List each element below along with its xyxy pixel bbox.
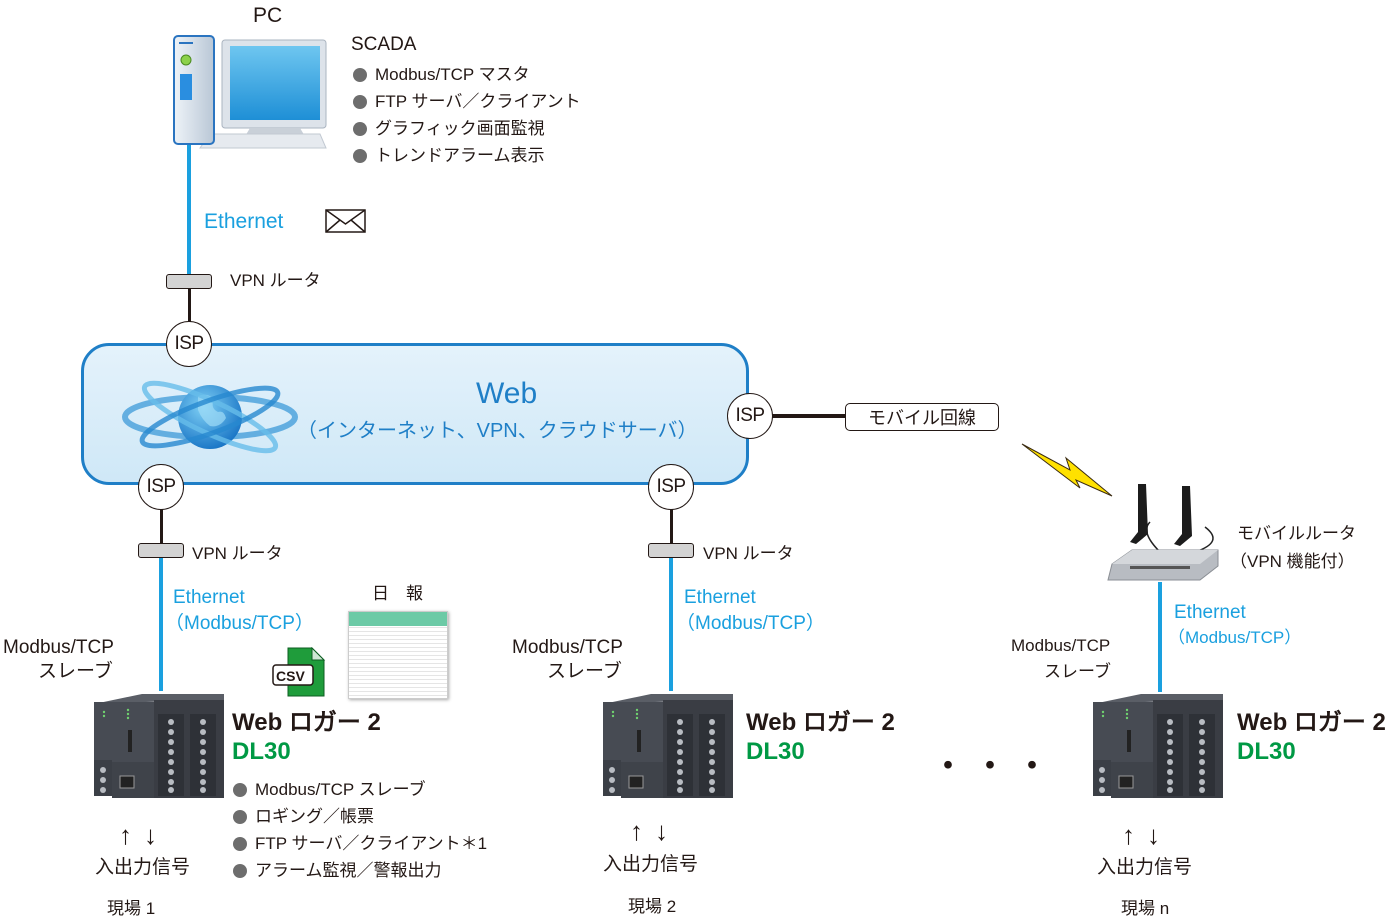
pc-feature-list: Modbus/TCP マスタ FTP サーバ／クライアント グラフィック画面監視… [353, 61, 581, 169]
site1-feature-item: Modbus/TCP スレーブ [233, 776, 487, 803]
daily-report-label: 日 報 [372, 584, 423, 603]
pc-label: PC [253, 4, 283, 27]
site1-label: 現場 1 [107, 899, 156, 918]
site1-vpn-router [138, 543, 184, 558]
siten-role-line2: スレーブ [1044, 662, 1111, 681]
site2-vpn-router [648, 543, 694, 558]
site2-role-line1: Modbus/TCP [512, 637, 623, 658]
bullet-icon [353, 67, 367, 82]
mail-envelope-icon [325, 209, 366, 233]
site1-feature-item: アラーム監視／警報出力 [233, 857, 487, 884]
siten-io-arrows-icon: ↑↓ [1122, 820, 1172, 850]
site1-io-arrows-icon: ↑↓ [119, 820, 169, 850]
pc-ethernet-line [187, 145, 191, 275]
pc-feature-item: トレンドアラーム表示 [353, 142, 581, 169]
siten-protocol-label: （Modbus/TCP） [1168, 628, 1302, 647]
siten-label: 現場 n [1121, 899, 1170, 918]
site1-feature-item: FTP サーバ／クライアント＊1 [233, 830, 487, 857]
csv-label: CSV [276, 668, 305, 684]
pc-feature-item: FTP サーバ／クライアント [353, 88, 581, 115]
site2-product-model: DL30 [746, 738, 805, 765]
mobile-router-label-2: （VPN 機能付） [1230, 552, 1355, 571]
siten-io-label: 入出力信号 [1097, 857, 1193, 878]
siten-ethernet-line [1158, 582, 1162, 692]
siten-dl30-device [1092, 693, 1224, 799]
isp-node-mobile: ISP [727, 393, 773, 439]
bullet-icon [353, 121, 367, 136]
bullet-icon [353, 148, 367, 163]
site1-ethernet-line [159, 556, 163, 691]
mobile-line-box: モバイル回線 [845, 403, 999, 431]
site2-io-label: 入出力信号 [603, 854, 699, 875]
pc-software-label: SCADA [351, 34, 417, 55]
siten-product-name: Web ロガー 2 [1237, 709, 1386, 736]
pc-feature-item: Modbus/TCP マスタ [353, 61, 581, 88]
site2-io-arrows-icon: ↑↓ [630, 816, 680, 846]
site1-product-name: Web ロガー 2 [232, 709, 381, 736]
site2-label: 現場 2 [628, 897, 677, 916]
site2-ethernet-line [669, 556, 673, 691]
site1-ethernet-label: Ethernet [173, 587, 245, 608]
mobile-router-icon [1107, 484, 1219, 581]
isp-node-pc: ISP [166, 321, 212, 367]
globe-icon [122, 380, 298, 454]
site1-feature-item: ロギング／帳票 [233, 803, 487, 830]
bullet-icon [353, 94, 367, 109]
bullet-icon [233, 863, 247, 878]
bullet-icon [233, 782, 247, 797]
bullet-icon [233, 809, 247, 824]
site2-product-name: Web ロガー 2 [746, 709, 895, 736]
mobile-router-label-1: モバイルルータ [1237, 524, 1356, 543]
isp-node-site1: ISP [138, 464, 184, 510]
siten-ethernet-label: Ethernet [1174, 602, 1246, 623]
pc-router-isp-line [188, 288, 191, 322]
pc-vpn-router [166, 274, 212, 289]
pc-ethernet-label: Ethernet [204, 210, 284, 233]
site2-dl30-device [602, 693, 734, 799]
site2-isp-router-line [670, 505, 673, 545]
more-sites-ellipsis: ・・・ [930, 745, 1057, 786]
pc-feature-item: グラフィック画面監視 [353, 115, 581, 142]
siten-role-line1: Modbus/TCP [1011, 636, 1111, 655]
site2-ethernet-label: Ethernet [684, 587, 756, 608]
isp-node-site2: ISP [648, 464, 694, 510]
pc-vpn-router-label: VPN ルータ [230, 271, 321, 290]
daily-report-icon [348, 611, 448, 699]
site1-isp-router-line [160, 505, 163, 545]
site1-io-label: 入出力信号 [95, 857, 191, 878]
site2-role-line2: スレーブ [547, 661, 622, 682]
site1-dl30-device [93, 693, 225, 799]
bullet-icon [233, 836, 247, 851]
site1-product-model: DL30 [232, 738, 291, 765]
cloud-title: Web [476, 377, 538, 410]
siten-product-model: DL30 [1237, 738, 1296, 765]
site1-protocol-label: （Modbus/TCP） [165, 613, 314, 634]
site1-role-line2: スレーブ [38, 661, 113, 682]
site1-role-line1: Modbus/TCP [3, 637, 114, 658]
site2-vpn-router-label: VPN ルータ [703, 544, 794, 563]
site1-feature-list: Modbus/TCP スレーブ ロギング／帳票 FTP サーバ／クライアント＊1… [233, 776, 487, 884]
mobile-line-connector [772, 414, 846, 418]
cloud-subtitle: （インターネット、VPN、クラウドサーバ） [297, 420, 698, 442]
site1-vpn-router-label: VPN ルータ [192, 544, 283, 563]
pc-computer-icon [173, 35, 327, 149]
site2-protocol-label: （Modbus/TCP） [676, 613, 825, 634]
